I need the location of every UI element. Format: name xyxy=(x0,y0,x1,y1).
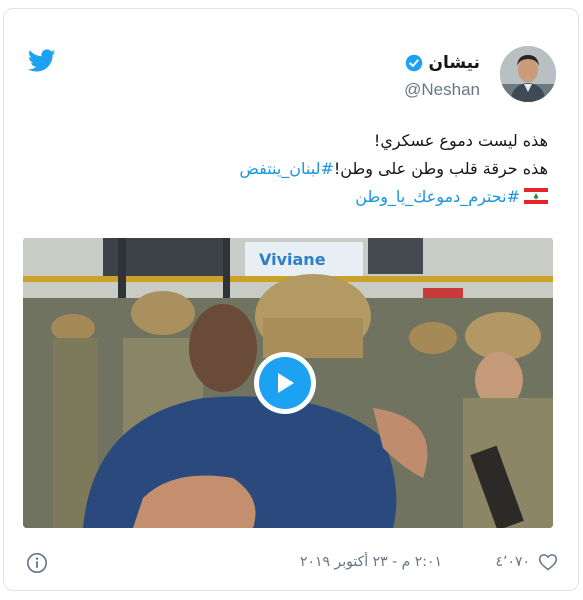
tweet-timestamp[interactable]: ٢:٠١ م - ٢٣ أكتوبر ٢٠١٩ xyxy=(300,554,442,570)
like-button[interactable]: ٤٬٠٧٠ xyxy=(495,552,558,572)
display-name[interactable]: نيشان xyxy=(428,53,480,73)
hashtag-lebanon-revolts[interactable]: #لبنان_ينتفض xyxy=(240,159,334,178)
tweet-line-1: هذه ليست دموع عسكري! xyxy=(373,131,548,150)
likes-count: ٤٬٠٧٠ xyxy=(495,554,530,570)
tweet-footer: ٢:٠١ م - ٢٣ أكتوبر ٢٠١٩ ٤٬٠٧٠ xyxy=(22,550,558,576)
tweet-line-2: هذه حرقة قلب وطن على وطن!#لبنان_ينتفض xyxy=(28,155,549,183)
user-handle[interactable]: @Neshan xyxy=(404,80,480,100)
heart-icon xyxy=(538,554,558,571)
play-icon xyxy=(278,373,294,393)
hashtag-respect-your-tears[interactable]: #نحترم_دموعك_يا_وطن xyxy=(355,187,520,206)
play-button[interactable] xyxy=(254,352,316,414)
info-icon[interactable] xyxy=(26,552,48,574)
twitter-bird-icon[interactable] xyxy=(28,49,56,73)
tweet-text: هذه ليست دموع عسكري! هذه حرقة قلب وطن عل… xyxy=(28,127,548,211)
video-media[interactable]: Viviane xyxy=(23,238,553,528)
play-button-inner xyxy=(259,357,311,409)
avatar[interactable] xyxy=(500,46,556,102)
sign-text: Viviane xyxy=(259,250,326,269)
tweet-line-3: #نحترم_دموعك_يا_وطن xyxy=(28,183,548,211)
embedded-tweet-card: نيشان @Neshan هذه ليست دموع عسكري! هذه ح… xyxy=(3,8,579,591)
author-name-row: نيشان xyxy=(405,51,480,75)
lebanon-flag-icon xyxy=(524,188,548,204)
verified-badge-icon xyxy=(406,54,423,72)
tweet-line-2-text: هذه حرقة قلب وطن على وطن! xyxy=(333,159,548,178)
